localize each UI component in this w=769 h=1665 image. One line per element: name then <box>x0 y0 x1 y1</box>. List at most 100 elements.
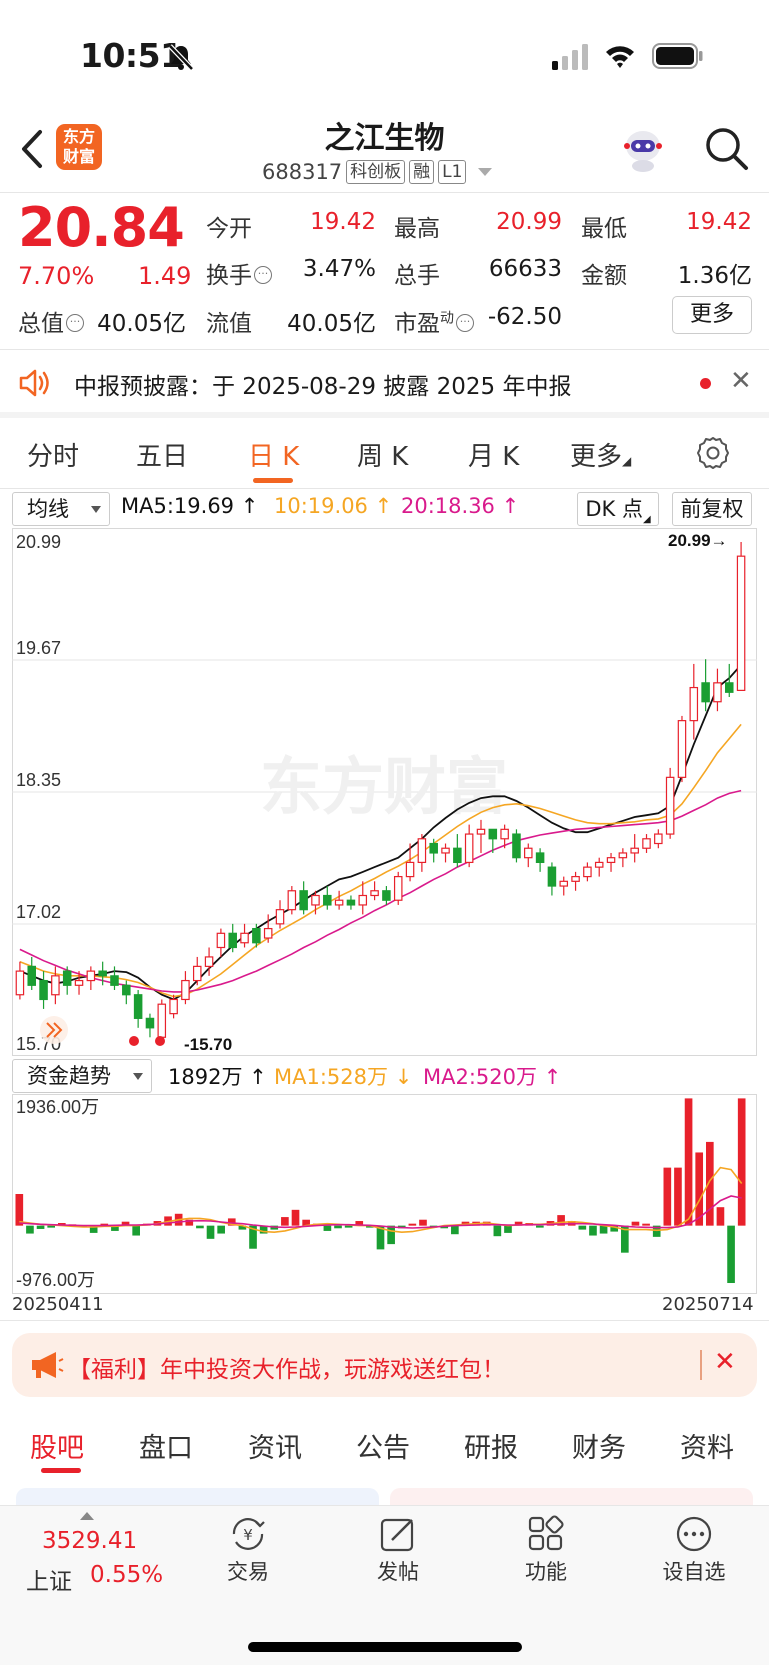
dk-point-marker[interactable] <box>129 1036 139 1046</box>
flow-bar[interactable] <box>419 1219 427 1226</box>
flow-bar[interactable] <box>705 1141 714 1226</box>
float-cap-label: 流值 <box>206 311 252 337</box>
close-icon[interactable]: ✕ <box>730 366 752 396</box>
index-percent[interactable]: 0.55% <box>90 1562 163 1588</box>
float-cap-value: 40.05亿 <box>287 311 376 337</box>
flow-bar[interactable] <box>206 1225 215 1239</box>
dk-point-marker[interactable] <box>155 1036 165 1046</box>
x-end-date: 20250714 <box>662 1294 754 1315</box>
tab-financials[interactable]: 财务 <box>572 1426 626 1465</box>
candle[interactable] <box>393 871 403 905</box>
flow-bar[interactable] <box>674 1167 682 1226</box>
flow-bar[interactable] <box>196 1225 204 1229</box>
flow-bar[interactable] <box>493 1225 502 1237</box>
turnover-value: 3.47% <box>302 256 376 282</box>
flow-bar[interactable] <box>408 1223 417 1226</box>
change-percent: 7.70% <box>18 262 95 290</box>
flow-bar[interactable] <box>132 1225 140 1236</box>
tab-monthly-k[interactable]: 月 K <box>468 436 519 473</box>
compose-icon <box>380 1518 414 1552</box>
flow-ma1-legend: MA1:528万 ↓ <box>274 1065 413 1089</box>
chevron-down-icon <box>133 1073 143 1080</box>
nav-post[interactable]: 发帖 <box>348 1514 448 1586</box>
index-value[interactable]: 3529.41 <box>42 1528 137 1554</box>
candle[interactable] <box>665 767 675 839</box>
candle[interactable] <box>157 999 167 1042</box>
flow-bar[interactable] <box>387 1225 395 1245</box>
flow-bar[interactable] <box>631 1221 640 1226</box>
adjust-button[interactable]: 前复权 <box>672 492 752 526</box>
candle[interactable] <box>512 829 521 863</box>
expand-chevron-icon[interactable] <box>40 1016 68 1044</box>
flow-bar[interactable] <box>642 1223 650 1226</box>
flow-bar[interactable] <box>334 1225 342 1229</box>
tab-intraday[interactable]: 分时 <box>27 436 79 473</box>
tab-profile[interactable]: 资料 <box>680 1426 734 1465</box>
y-tick-label: -976.00万 <box>16 1270 95 1290</box>
flow-bar[interactable] <box>26 1225 34 1234</box>
flow-bar[interactable] <box>504 1225 512 1233</box>
high-value: 20.99 <box>496 209 562 235</box>
unread-dot <box>700 378 711 389</box>
y-tick-label: 18.35 <box>16 770 61 790</box>
tab-five-day[interactable]: 五日 <box>136 436 188 473</box>
search-icon[interactable] <box>702 124 750 172</box>
tab-news[interactable]: 资讯 <box>248 1426 302 1465</box>
flow-bar[interactable] <box>36 1225 45 1229</box>
tab-research[interactable]: 研报 <box>464 1426 518 1465</box>
chevron-up-icon[interactable] <box>80 1512 94 1520</box>
level-tag: L1 <box>438 160 467 184</box>
y-tick-label: 1936.00万 <box>16 1097 99 1117</box>
flow-bar[interactable] <box>451 1225 459 1235</box>
tab-guba[interactable]: 股吧 <box>30 1426 84 1465</box>
candle[interactable] <box>677 715 687 783</box>
tab-daily-k[interactable]: 日 K <box>248 436 299 473</box>
open-value: 19.42 <box>310 209 376 235</box>
active-section-indicator <box>41 1468 81 1473</box>
flow-bar[interactable] <box>15 1194 24 1226</box>
money-flow-chart[interactable]: 1936.00万 -976.00万 <box>12 1094 757 1294</box>
nav-add-watchlist[interactable]: 设自选 <box>644 1514 744 1586</box>
info-icon[interactable]: ··· <box>254 266 272 284</box>
open-label: 今开 <box>206 216 252 242</box>
flow-bar[interactable] <box>281 1217 289 1226</box>
flow-bar[interactable] <box>599 1225 608 1234</box>
candlestick-chart[interactable]: 东方财富 20.99 19.67 18.35 17.02 15.70 20.99… <box>12 528 757 1056</box>
stock-code-row[interactable]: 688317 科创板 融 L1 <box>262 158 493 186</box>
flow-bar[interactable] <box>737 1098 746 1226</box>
flow-bar[interactable] <box>727 1225 735 1284</box>
flow-bar[interactable] <box>291 1209 300 1226</box>
flow-bar[interactable] <box>536 1225 544 1228</box>
info-icon[interactable]: ··· <box>66 314 84 332</box>
more-quote-button[interactable]: 更多 <box>672 296 752 334</box>
chevron-down-icon <box>91 506 101 513</box>
notice-text[interactable]: 中报预披露：于 2025-08-29 披露 2025 年中报 <box>74 367 571 401</box>
subchart-dropdown[interactable]: 资金趋势 <box>12 1059 152 1093</box>
close-icon[interactable]: ✕ <box>714 1347 736 1377</box>
tab-announcements[interactable]: 公告 <box>356 1426 410 1465</box>
margin-tag: 融 <box>409 160 435 184</box>
change-amount: 1.49 <box>138 262 192 290</box>
index-name[interactable]: 上证 <box>26 1562 72 1596</box>
tabs-divider <box>0 488 769 489</box>
flow-bar[interactable] <box>578 1225 587 1230</box>
flow-bar[interactable] <box>663 1167 672 1226</box>
candle[interactable] <box>287 886 297 915</box>
candle[interactable] <box>736 542 746 691</box>
x-start-date: 20250411 <box>12 1294 104 1315</box>
flow-bar[interactable] <box>716 1207 725 1226</box>
nav-trade[interactable]: ¥ 交易 <box>198 1514 298 1586</box>
dk-points-button[interactable]: DK 点◢ <box>577 492 659 526</box>
gear-icon[interactable] <box>696 436 730 470</box>
promo-text[interactable]: 【福利】年中投资大作战，玩游戏送红包！ <box>68 1350 505 1384</box>
indicator-dropdown[interactable]: 均线 <box>12 492 110 526</box>
nav-functions[interactable]: 功能 <box>496 1514 596 1586</box>
flow-bar[interactable] <box>589 1225 597 1236</box>
flow-bar[interactable] <box>684 1098 693 1226</box>
robot-assistant-icon[interactable] <box>618 124 668 174</box>
flow-bar[interactable] <box>323 1225 332 1231</box>
tab-weekly-k[interactable]: 周 K <box>357 436 408 473</box>
tab-more[interactable]: 更多◢ <box>570 436 631 473</box>
tab-pankou[interactable]: 盘口 <box>139 1426 193 1465</box>
flow-bar[interactable] <box>217 1225 225 1234</box>
